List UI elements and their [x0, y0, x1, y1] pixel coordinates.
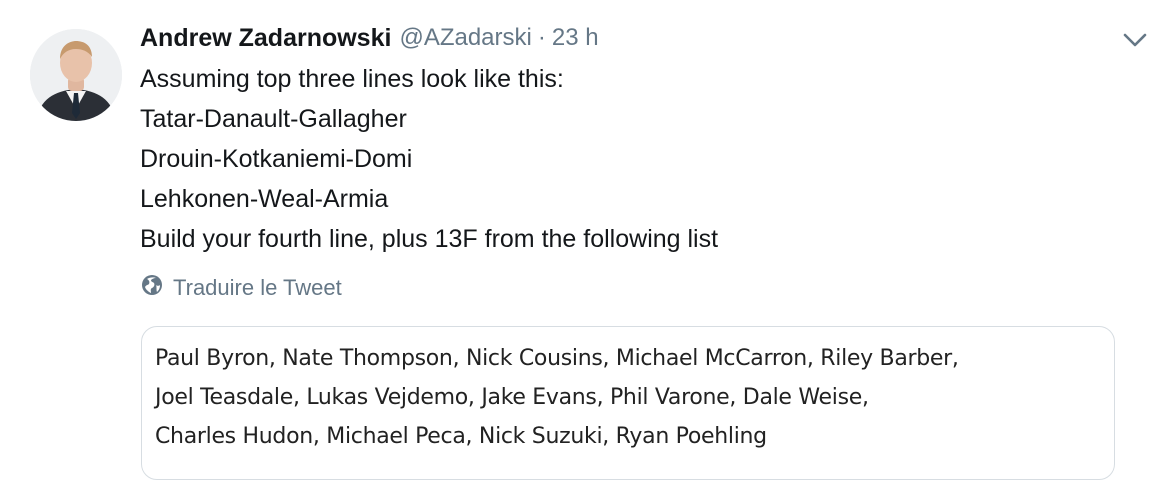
author-name[interactable]: Andrew Zadarnowski — [140, 24, 391, 53]
avatar[interactable] — [30, 29, 122, 121]
tweet-line: Assuming top three lines look like this: — [140, 65, 564, 93]
tweet-line: Tatar-Danault-Gallagher — [140, 105, 407, 133]
timestamp[interactable]: 23 h — [552, 24, 599, 52]
separator: · — [537, 24, 546, 51]
chevron-down-icon[interactable] — [1120, 28, 1150, 52]
tweet-image[interactable]: Paul Byron, Nate Thompson, Nick Cousins,… — [141, 326, 1115, 480]
tweet-header: Andrew Zadarnowski @AZadarski · 23 h — [140, 20, 599, 56]
author-handle[interactable]: @AZadarski — [399, 24, 531, 52]
tweet-text: Assuming top three lines look like this:… — [140, 59, 718, 259]
translate-label: Traduire le Tweet — [173, 275, 342, 300]
image-text-line: Paul Byron, Nate Thompson, Nick Cousins,… — [155, 346, 959, 371]
tweet: Andrew Zadarnowski @AZadarski · 23 h Ass… — [0, 0, 1176, 482]
tweet-line: Build your fourth line, plus 13F from th… — [140, 225, 719, 253]
image-text-line: Charles Hudon, Michael Peca, Nick Suzuki… — [155, 424, 767, 449]
image-text-line: Joel Teasdale, Lukas Vejdemo, Jake Evans… — [155, 385, 869, 410]
image-text: Paul Byron, Nate Thompson, Nick Cousins,… — [155, 339, 959, 456]
tweet-line: Drouin-Kotkaniemi-Domi — [140, 145, 413, 173]
globe-icon — [141, 274, 173, 302]
tweet-line: Lehkonen-Weal-Armia — [140, 185, 389, 213]
translate-link[interactable]: Traduire le Tweet — [141, 272, 342, 304]
